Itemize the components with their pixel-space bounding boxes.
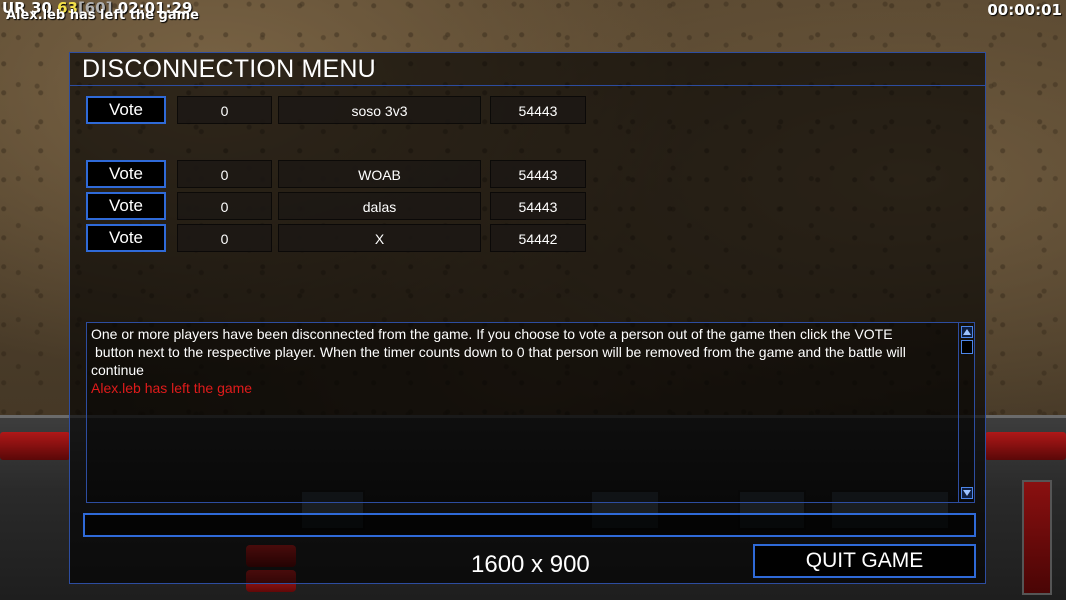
player-name: dalas (278, 192, 481, 220)
scroll-thumb[interactable] (961, 340, 973, 354)
player-ping: 54442 (490, 224, 586, 252)
vote-button[interactable]: Vote (86, 96, 166, 124)
chat-input[interactable] (83, 513, 976, 537)
player-name: WOAB (278, 160, 481, 188)
vote-button[interactable]: Vote (86, 224, 166, 252)
player-left-message: Alex.leb has left the game (91, 380, 253, 396)
instructions-line: button next to the respective player. Wh… (95, 344, 906, 360)
instructions-line: continue (91, 362, 144, 378)
hud-red-panel-right (985, 432, 1066, 460)
player-name: X (278, 224, 481, 252)
message-scrollbar[interactable] (958, 323, 974, 502)
disconnection-dialog: DISCONNECTION MENU Vote 0 soso 3v3 54443… (69, 52, 986, 584)
vote-count: 0 (177, 192, 272, 220)
vote-count: 0 (177, 96, 272, 124)
disconnect-instructions: One or more players have been disconnect… (91, 325, 957, 379)
title-divider (70, 85, 985, 86)
left-game-notice: Alex.leb has left the game (6, 8, 199, 23)
hud-power-meter (1022, 480, 1052, 595)
message-log[interactable]: One or more players have been disconnect… (86, 322, 975, 503)
vote-count: 0 (177, 160, 272, 188)
dialog-title: DISCONNECTION MENU (82, 55, 376, 83)
player-ping: 54443 (490, 192, 586, 220)
quit-game-button[interactable]: QUIT GAME (753, 544, 976, 578)
player-name: soso 3v3 (278, 96, 481, 124)
vote-button[interactable]: Vote (86, 160, 166, 188)
resolution-label: 1600 x 900 (471, 551, 590, 578)
vote-button[interactable]: Vote (86, 192, 166, 220)
scroll-down-arrow-icon[interactable] (961, 487, 973, 499)
vote-count: 0 (177, 224, 272, 252)
player-ping: 54443 (490, 160, 586, 188)
hud-red-panel-left (0, 432, 70, 460)
instructions-line: One or more players have been disconnect… (91, 326, 893, 342)
countdown-timer: 00:00:01 (987, 1, 1062, 19)
scroll-up-arrow-icon[interactable] (961, 326, 973, 338)
player-ping: 54443 (490, 96, 586, 124)
